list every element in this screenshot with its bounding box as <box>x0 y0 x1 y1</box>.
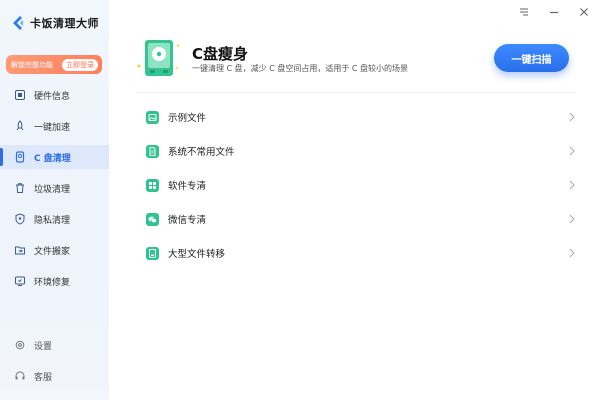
list-item-software-clean[interactable]: 软件专清 <box>136 168 580 202</box>
hardware-icon <box>15 90 25 100</box>
menu-icon[interactable] <box>518 6 530 18</box>
sidebar-item-label: 一键加速 <box>34 122 71 133</box>
promo-banner[interactable]: 解锁完整功能 立即登录 <box>6 55 102 74</box>
list-item-label: 示例文件 <box>168 113 207 124</box>
sidebar-item-label: 设置 <box>34 341 53 352</box>
folder-move-icon <box>15 246 25 255</box>
file-transfer-icon <box>146 246 159 260</box>
sidebar-item-privacy-clean[interactable]: 隐私清理 <box>0 207 109 231</box>
chevron-right-icon <box>569 112 575 122</box>
sidebar-item-env-repair[interactable]: 环境修复 <box>0 269 109 293</box>
sidebar-item-label: 客服 <box>34 372 53 383</box>
sidebar-item-junk-clean[interactable]: 垃圾清理 <box>0 176 109 200</box>
sidebar-item-label: 环境修复 <box>34 277 71 288</box>
list-item-label: 系统不常用文件 <box>168 147 235 158</box>
sidebar-item-label: 文件搬家 <box>34 246 71 257</box>
list-item-system-unused-files[interactable]: 系统不常用文件 <box>136 134 580 168</box>
app-name: 卡饭清理大师 <box>30 17 99 30</box>
page-description: 一键清理 C 盘，减少 C 盘空间占用，适用于 C 盘较小的场景 <box>192 64 409 73</box>
sidebar-item-support[interactable]: 客服 <box>0 364 109 388</box>
chevron-right-icon <box>569 146 575 156</box>
repair-icon <box>15 276 25 286</box>
sidebar-item-label: 隐私清理 <box>34 215 71 226</box>
sidebar-item-settings[interactable]: 设置 <box>0 333 109 357</box>
rocket-icon <box>16 120 24 131</box>
app-logo-icon <box>13 16 23 30</box>
wechat-icon <box>146 212 159 226</box>
scan-button[interactable]: 一键扫描 <box>494 44 569 72</box>
list-item-label: 微信专清 <box>168 215 207 226</box>
list-item-sample-files[interactable]: 示例文件 <box>136 100 580 134</box>
page-title: C盘瘦身 <box>192 45 249 63</box>
disk-clean-icon <box>15 151 25 163</box>
list-item-wechat-clean[interactable]: 微信专清 <box>136 202 580 236</box>
chevron-right-icon <box>569 180 575 190</box>
trash-icon <box>16 183 24 193</box>
minimize-icon[interactable] <box>548 6 560 18</box>
gear-icon <box>15 340 25 350</box>
sidebar-nav: 硬件信息 一键加速 C 盘清理 垃圾清理 隐私清理 文件搬家 环境修复 <box>0 83 109 300</box>
privacy-shield-icon <box>15 213 25 225</box>
chevron-right-icon <box>569 248 575 258</box>
promo-text: 解锁完整功能 <box>11 60 53 69</box>
headset-icon <box>15 371 25 380</box>
sidebar-item-hardware[interactable]: 硬件信息 <box>0 83 109 107</box>
brand: 卡饭清理大师 <box>11 14 99 32</box>
list-item-label: 大型文件转移 <box>168 249 226 260</box>
sidebar-item-speedup[interactable]: 一键加速 <box>0 114 109 138</box>
sidebar-item-label: C 盘清理 <box>34 153 71 164</box>
disk-cleanup-hero-icon <box>137 40 180 76</box>
document-icon <box>146 144 159 158</box>
divider <box>136 92 576 93</box>
sidebar: 卡饭清理大师 解锁完整功能 立即登录 硬件信息 一键加速 C 盘清理 垃圾清理 … <box>0 0 109 400</box>
cleanup-list: 示例文件 系统不常用文件 软件专清 微信专清 大型文件转移 <box>136 100 580 270</box>
sidebar-item-c-drive-clean[interactable]: C 盘清理 <box>0 145 109 169</box>
chevron-right-icon <box>569 214 575 224</box>
close-icon[interactable] <box>578 6 590 18</box>
list-item-large-file-transfer[interactable]: 大型文件转移 <box>136 236 580 270</box>
login-button[interactable]: 立即登录 <box>62 58 98 71</box>
list-item-label: 软件专清 <box>168 181 207 192</box>
sidebar-bottom: 设置 客服 <box>0 333 109 395</box>
sidebar-item-label: 硬件信息 <box>34 91 71 102</box>
sidebar-item-file-move[interactable]: 文件搬家 <box>0 238 109 262</box>
apps-grid-icon <box>146 178 159 192</box>
window-controls <box>518 6 590 18</box>
image-icon <box>146 110 159 124</box>
sidebar-item-label: 垃圾清理 <box>34 184 71 195</box>
